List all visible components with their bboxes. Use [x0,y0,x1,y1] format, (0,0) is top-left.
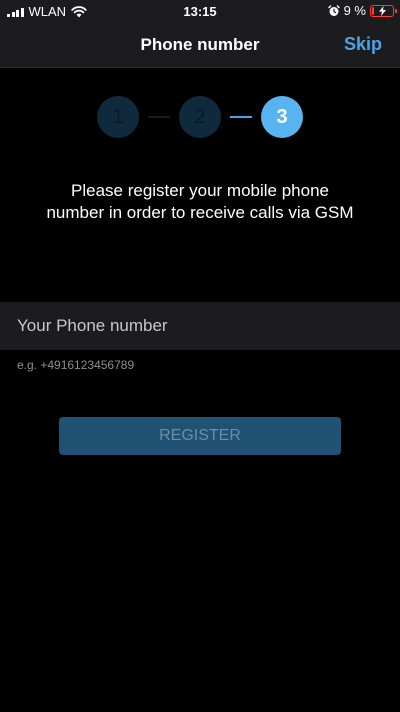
page-title: Phone number [140,35,260,54]
step-1: 1 [97,96,139,138]
battery-charging-icon [370,4,397,17]
nav-bar: Phone number Skip [0,22,400,68]
status-right: 9 % [327,3,397,18]
instruction-text: Please register your mobile phone number… [46,181,354,222]
cellular-signal-icon [7,7,24,17]
carrier-label: WLAN [28,4,67,19]
step-2: 2 [179,96,221,138]
register-button[interactable]: REGISTER [59,417,341,455]
status-left: WLAN [7,4,87,19]
alarm-icon [327,4,340,16]
skip-button[interactable]: Skip [344,34,382,55]
step-connector-1 [148,116,170,118]
battery-level-fill [372,6,374,15]
phone-format-hint: e.g. +4916123456789 [17,358,135,372]
step-connector-2 [230,116,252,118]
charging-bolt-icon [378,5,386,16]
phone-number-input[interactable] [0,302,400,350]
status-bar: WLAN 13:15 9 % [0,0,400,22]
wifi-icon [71,5,87,17]
step-3: 3 [261,96,303,138]
step-indicator: 1 2 3 [0,96,400,138]
phone-field-row [0,302,400,350]
battery-percent: 9 % [343,3,366,18]
